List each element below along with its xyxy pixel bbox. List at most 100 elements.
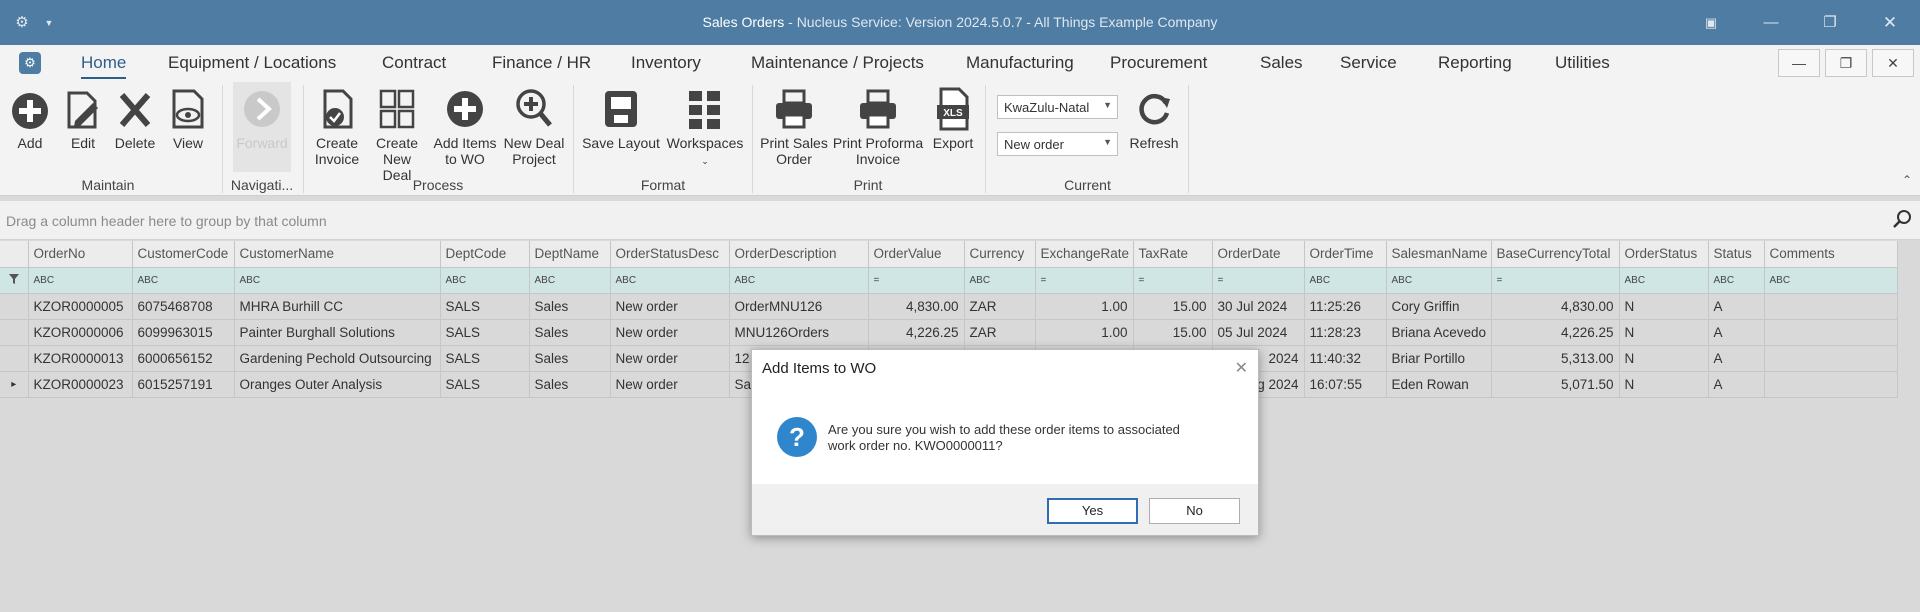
table-cell[interactable]: 1.00: [1035, 319, 1134, 346]
table-cell[interactable]: 5,313.00: [1491, 345, 1620, 372]
filter-cell[interactable]: ABC: [610, 267, 730, 294]
filter-cell[interactable]: =: [868, 267, 965, 294]
print-proforma-invoice-button[interactable]: Print Proforma Invoice: [832, 87, 924, 167]
window-minimize-icon[interactable]: —: [1760, 12, 1782, 34]
filter-cell[interactable]: ABC: [729, 267, 869, 294]
table-cell[interactable]: [1764, 293, 1898, 320]
refresh-button[interactable]: Refresh: [1126, 87, 1182, 151]
table-cell[interactable]: SALS: [440, 371, 530, 398]
table-cell[interactable]: Oranges Outer Analysis: [234, 371, 441, 398]
table-cell[interactable]: Gardening Pechold Outsourcing: [234, 345, 441, 372]
search-icon[interactable]: [1892, 209, 1912, 232]
table-row[interactable]: KZOR0000006 6099963015 Painter Burghall …: [0, 319, 1898, 346]
filter-cell[interactable]: ABC: [1304, 267, 1387, 294]
menu-manufacturing[interactable]: Manufacturing: [966, 53, 1074, 73]
row-indicator[interactable]: [0, 345, 29, 372]
menu-finance-hr[interactable]: Finance / HR: [492, 53, 591, 73]
table-cell[interactable]: 11:40:32: [1304, 345, 1387, 372]
filter-cell[interactable]: ABC: [1619, 267, 1709, 294]
table-cell[interactable]: SALS: [440, 293, 530, 320]
table-cell[interactable]: 6015257191: [132, 371, 235, 398]
table-cell[interactable]: 05 Jul 2024: [1212, 319, 1305, 346]
menu-inventory[interactable]: Inventory: [631, 53, 701, 73]
table-cell[interactable]: Sales: [529, 371, 611, 398]
table-cell[interactable]: KZOR0000006: [28, 319, 133, 346]
table-cell[interactable]: OrderMNU126: [729, 293, 869, 320]
table-cell[interactable]: KZOR0000005: [28, 293, 133, 320]
workspaces-button[interactable]: Workspaces ⌄: [665, 87, 745, 169]
column-header[interactable]: ExchangeRate: [1035, 241, 1134, 268]
filter-cell[interactable]: ABC: [28, 267, 133, 294]
filter-cell[interactable]: ABC: [1386, 267, 1492, 294]
filter-cell[interactable]: ABC: [132, 267, 235, 294]
column-header[interactable]: OrderStatusDesc: [610, 241, 730, 268]
filter-cell[interactable]: ABC: [1708, 267, 1765, 294]
table-cell[interactable]: 4,830.00: [1491, 293, 1620, 320]
table-cell[interactable]: Eden Rowan: [1386, 371, 1492, 398]
restore-layout-icon[interactable]: ▣: [1700, 12, 1722, 34]
menu-reporting[interactable]: Reporting: [1438, 53, 1512, 73]
yes-button[interactable]: Yes: [1047, 498, 1138, 524]
table-cell[interactable]: 5,071.50: [1491, 371, 1620, 398]
table-cell[interactable]: 11:28:23: [1304, 319, 1387, 346]
new-deal-project-button[interactable]: New Deal Project: [503, 87, 565, 167]
window-restore-icon[interactable]: ❐: [1819, 12, 1841, 34]
column-header[interactable]: DeptName: [529, 241, 611, 268]
table-cell[interactable]: 4,226.25: [868, 319, 965, 346]
table-cell[interactable]: New order: [610, 293, 730, 320]
table-cell[interactable]: 1.00: [1035, 293, 1134, 320]
column-header[interactable]: Status: [1708, 241, 1765, 268]
column-header[interactable]: OrderStatus: [1619, 241, 1709, 268]
edit-button[interactable]: Edit: [62, 87, 104, 151]
region-dropdown[interactable]: KwaZulu-Natal ▼: [997, 95, 1118, 119]
table-cell[interactable]: Briar Portillo: [1386, 345, 1492, 372]
column-header[interactable]: TaxRate: [1133, 241, 1213, 268]
table-cell[interactable]: 4,226.25: [1491, 319, 1620, 346]
app-menu-icon[interactable]: ⚙: [19, 52, 41, 74]
menu-maintenance-projects[interactable]: Maintenance / Projects: [751, 53, 924, 73]
view-button[interactable]: View: [166, 87, 210, 151]
add-button[interactable]: Add: [6, 87, 54, 151]
table-cell[interactable]: 6075468708: [132, 293, 235, 320]
table-cell[interactable]: 6099963015: [132, 319, 235, 346]
table-cell[interactable]: 15.00: [1133, 319, 1213, 346]
table-cell[interactable]: MNU126Orders: [729, 319, 869, 346]
table-cell[interactable]: New order: [610, 319, 730, 346]
column-header[interactable]: OrderDate: [1212, 241, 1305, 268]
column-header[interactable]: CustomerName: [234, 241, 441, 268]
table-cell[interactable]: N: [1619, 293, 1709, 320]
order-status-dropdown[interactable]: New order ▼: [997, 132, 1118, 156]
column-header[interactable]: OrderValue: [868, 241, 965, 268]
table-cell[interactable]: New order: [610, 345, 730, 372]
create-invoice-button[interactable]: Create Invoice: [310, 87, 364, 167]
dialog-close-icon[interactable]: ✕: [1235, 358, 1248, 378]
column-header[interactable]: OrderNo: [28, 241, 133, 268]
table-cell[interactable]: [1764, 345, 1898, 372]
table-cell[interactable]: 4,830.00: [868, 293, 965, 320]
table-cell[interactable]: KZOR0000023: [28, 371, 133, 398]
menu-sales[interactable]: Sales: [1260, 53, 1303, 73]
row-indicator[interactable]: [0, 319, 29, 346]
filter-cell[interactable]: ABC: [1764, 267, 1898, 294]
table-cell[interactable]: SALS: [440, 345, 530, 372]
mdi-close-button[interactable]: ✕: [1872, 49, 1914, 77]
filter-cell[interactable]: ABC: [440, 267, 530, 294]
table-cell[interactable]: ZAR: [964, 293, 1036, 320]
table-cell[interactable]: Sales: [529, 293, 611, 320]
add-items-to-wo-button[interactable]: Add Items to WO: [432, 87, 498, 167]
table-cell[interactable]: A: [1708, 319, 1765, 346]
menu-equipment-locations[interactable]: Equipment / Locations: [168, 53, 336, 73]
column-header[interactable]: BaseCurrencyTotal: [1491, 241, 1620, 268]
export-button[interactable]: XLS Export: [928, 87, 978, 151]
column-header[interactable]: DeptCode: [440, 241, 530, 268]
menu-procurement[interactable]: Procurement: [1110, 53, 1207, 73]
column-header[interactable]: Comments: [1764, 241, 1898, 268]
filter-cell[interactable]: ABC: [529, 267, 611, 294]
filter-cell[interactable]: =: [1133, 267, 1213, 294]
table-cell[interactable]: N: [1619, 371, 1709, 398]
menu-utilities[interactable]: Utilities: [1555, 53, 1610, 73]
table-cell[interactable]: [1764, 371, 1898, 398]
table-cell[interactable]: SALS: [440, 319, 530, 346]
window-close-icon[interactable]: ✕: [1879, 12, 1901, 34]
print-sales-order-button[interactable]: Print Sales Order: [758, 87, 830, 167]
